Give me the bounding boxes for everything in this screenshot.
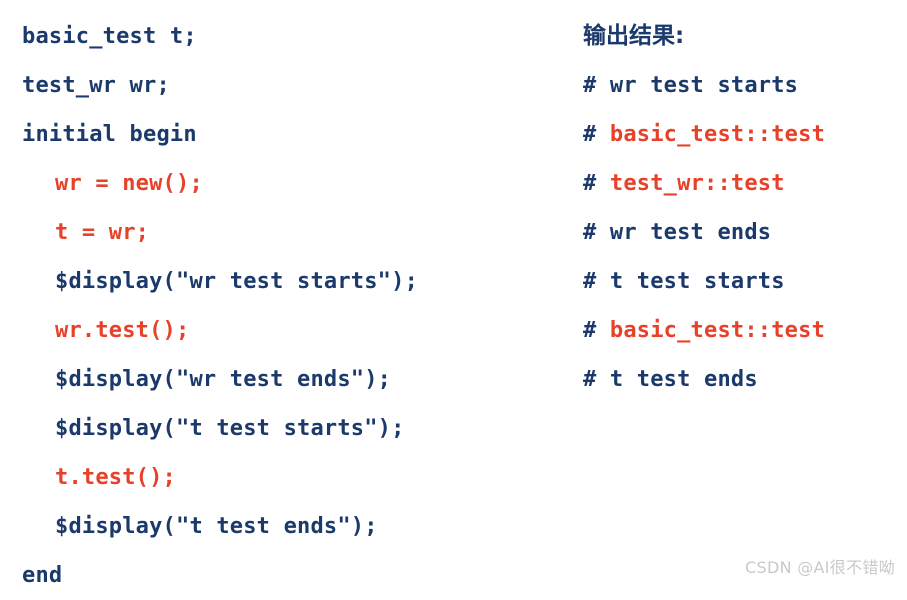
code-line: initial begin bbox=[22, 122, 197, 147]
output-hash-prefix: # bbox=[583, 73, 610, 98]
watermark-label: CSDN @AI很不错呦 bbox=[745, 558, 895, 577]
code-line: t = wr; bbox=[55, 220, 150, 245]
output-line-list: # wr test starts # basic_test::test # test… bbox=[583, 61, 903, 404]
code-listing: basic_test t; test_wr wr; initial begin wr … bbox=[22, 12, 567, 600]
code-line: $display("t test ends"); bbox=[55, 514, 378, 539]
output-line: # wr test ends bbox=[583, 208, 903, 257]
output-hash-prefix: # bbox=[583, 367, 610, 392]
output-hash-prefix: # bbox=[583, 318, 610, 343]
code-line: end bbox=[22, 563, 63, 588]
output-message: wr test ends bbox=[609, 220, 772, 245]
output-panel: 输出结果: # wr test starts # basic_test::test… bbox=[583, 12, 903, 404]
output-line: # t test ends bbox=[583, 355, 903, 404]
output-message: basic_test::test bbox=[609, 318, 826, 343]
output-hash-prefix: # bbox=[583, 220, 610, 245]
output-message: t test starts bbox=[609, 269, 785, 294]
code-line: $display("wr test starts"); bbox=[55, 269, 419, 294]
output-hash-prefix: # bbox=[583, 171, 610, 196]
output-line: # wr test starts bbox=[583, 61, 903, 110]
code-line: $display("t test starts"); bbox=[55, 416, 405, 441]
output-message: wr test starts bbox=[609, 73, 799, 98]
slide-canvas: basic_test t; test_wr wr; initial begin wr … bbox=[0, 0, 907, 590]
code-line: $display("wr test ends"); bbox=[55, 367, 392, 392]
output-line: # t test starts bbox=[583, 257, 903, 306]
code-line: wr = new(); bbox=[55, 171, 203, 196]
code-line: wr.test(); bbox=[55, 318, 190, 343]
output-message: test_wr::test bbox=[609, 171, 785, 196]
output-line: # test_wr::test bbox=[583, 159, 903, 208]
output-message: t test ends bbox=[609, 367, 758, 392]
code-line: test_wr wr; bbox=[22, 73, 170, 98]
output-message: basic_test::test bbox=[609, 122, 826, 147]
code-line: t.test(); bbox=[55, 465, 177, 490]
output-panel-title: 输出结果: bbox=[583, 23, 685, 49]
output-hash-prefix: # bbox=[583, 122, 610, 147]
output-line: # basic_test::test bbox=[583, 110, 903, 159]
code-line: basic_test t; bbox=[22, 24, 197, 49]
output-hash-prefix: # bbox=[583, 269, 610, 294]
output-line: # basic_test::test bbox=[583, 306, 903, 355]
